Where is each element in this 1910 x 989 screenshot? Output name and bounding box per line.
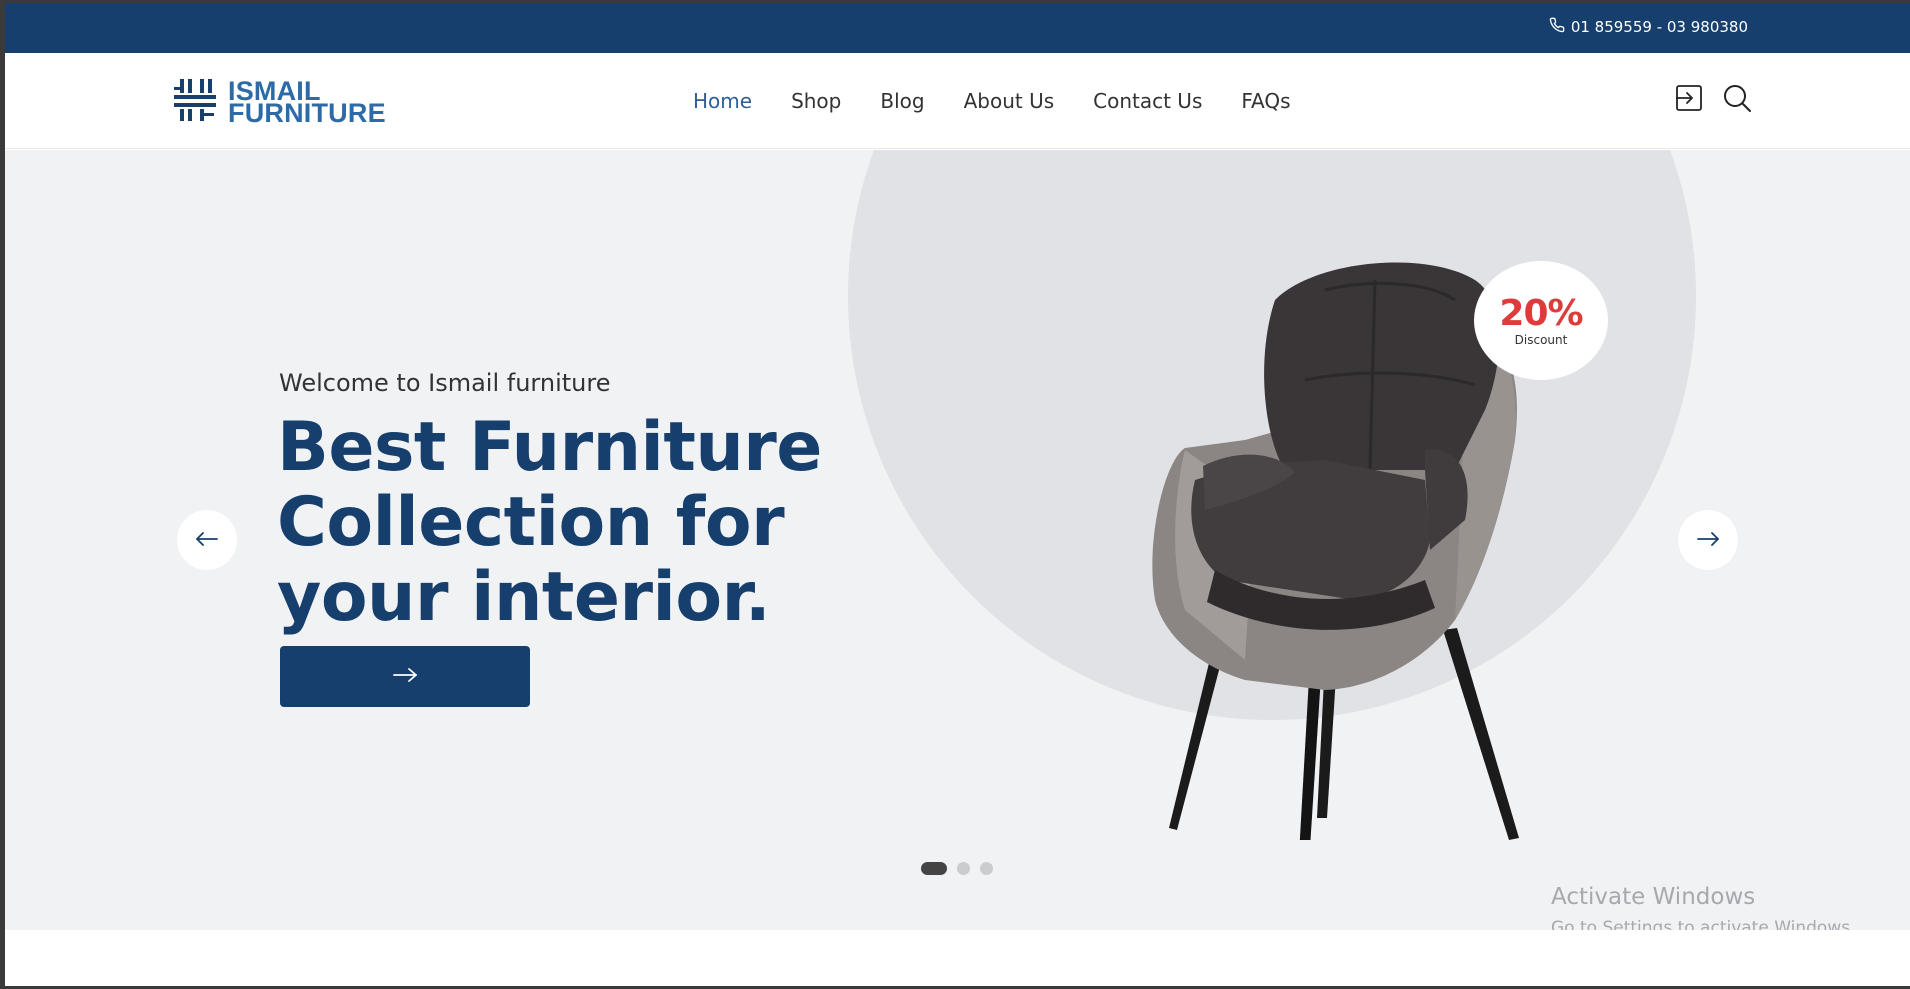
main-nav: Home Shop Blog About Us Contact Us FAQs [693,89,1291,113]
nav-home[interactable]: Home [693,89,752,113]
hero-headline: Best Furniture Collection for your inter… [277,408,822,637]
windows-activation-watermark: Activate Windows Go to Settings to activ… [1551,884,1856,930]
logo-text: ISMAIL FURNITURE [228,78,386,128]
nav-blog[interactable]: Blog [880,89,924,113]
slider-prev-button[interactable] [177,510,237,570]
nav-about-us[interactable]: About Us [964,89,1055,113]
hero-welcome-text: Welcome to Ismail furniture [279,369,611,397]
browser-page: 01 859559 - 03 980380 ISMAIL FURNITURE H… [5,3,1910,986]
arrow-left-icon [195,531,219,549]
slider-dot-1[interactable] [921,862,947,875]
slider-pagination [921,862,993,875]
slider-next-button[interactable] [1678,510,1738,570]
slider-dot-3[interactable] [980,862,993,875]
nav-contact-us[interactable]: Contact Us [1093,89,1202,113]
discount-label: Discount [1514,332,1568,347]
search-icon[interactable] [1722,83,1752,117]
watermark-subtitle: Go to Settings to activate Windows. [1551,918,1856,930]
site-header: ISMAIL FURNITURE Home Shop Blog About Us… [5,53,1910,149]
nav-faqs[interactable]: FAQs [1241,89,1290,113]
top-bar: 01 859559 - 03 980380 [5,3,1910,53]
discount-value: 20% [1499,292,1583,334]
phone-contact[interactable]: 01 859559 - 03 980380 [1549,17,1748,37]
logo-mark-icon [172,77,218,127]
arrow-right-icon [1696,531,1720,549]
nav-shop[interactable]: Shop [791,89,841,113]
phone-number: 01 859559 - 03 980380 [1570,18,1748,36]
site-logo[interactable]: ISMAIL FURNITURE [172,77,386,127]
logo-line-2: FURNITURE [228,98,386,128]
login-icon[interactable] [1674,83,1704,117]
discount-badge: 20% Discount [1474,261,1608,380]
phone-icon [1549,17,1565,37]
arrow-right-icon [392,667,418,687]
watermark-title: Activate Windows [1551,884,1756,910]
header-actions [1674,83,1752,117]
hero-cta-button[interactable] [280,646,530,707]
slider-dot-2[interactable] [957,862,970,875]
next-section [5,930,1910,986]
hero-slider: Welcome to Ismail furniture Best Furnitu… [5,150,1910,930]
